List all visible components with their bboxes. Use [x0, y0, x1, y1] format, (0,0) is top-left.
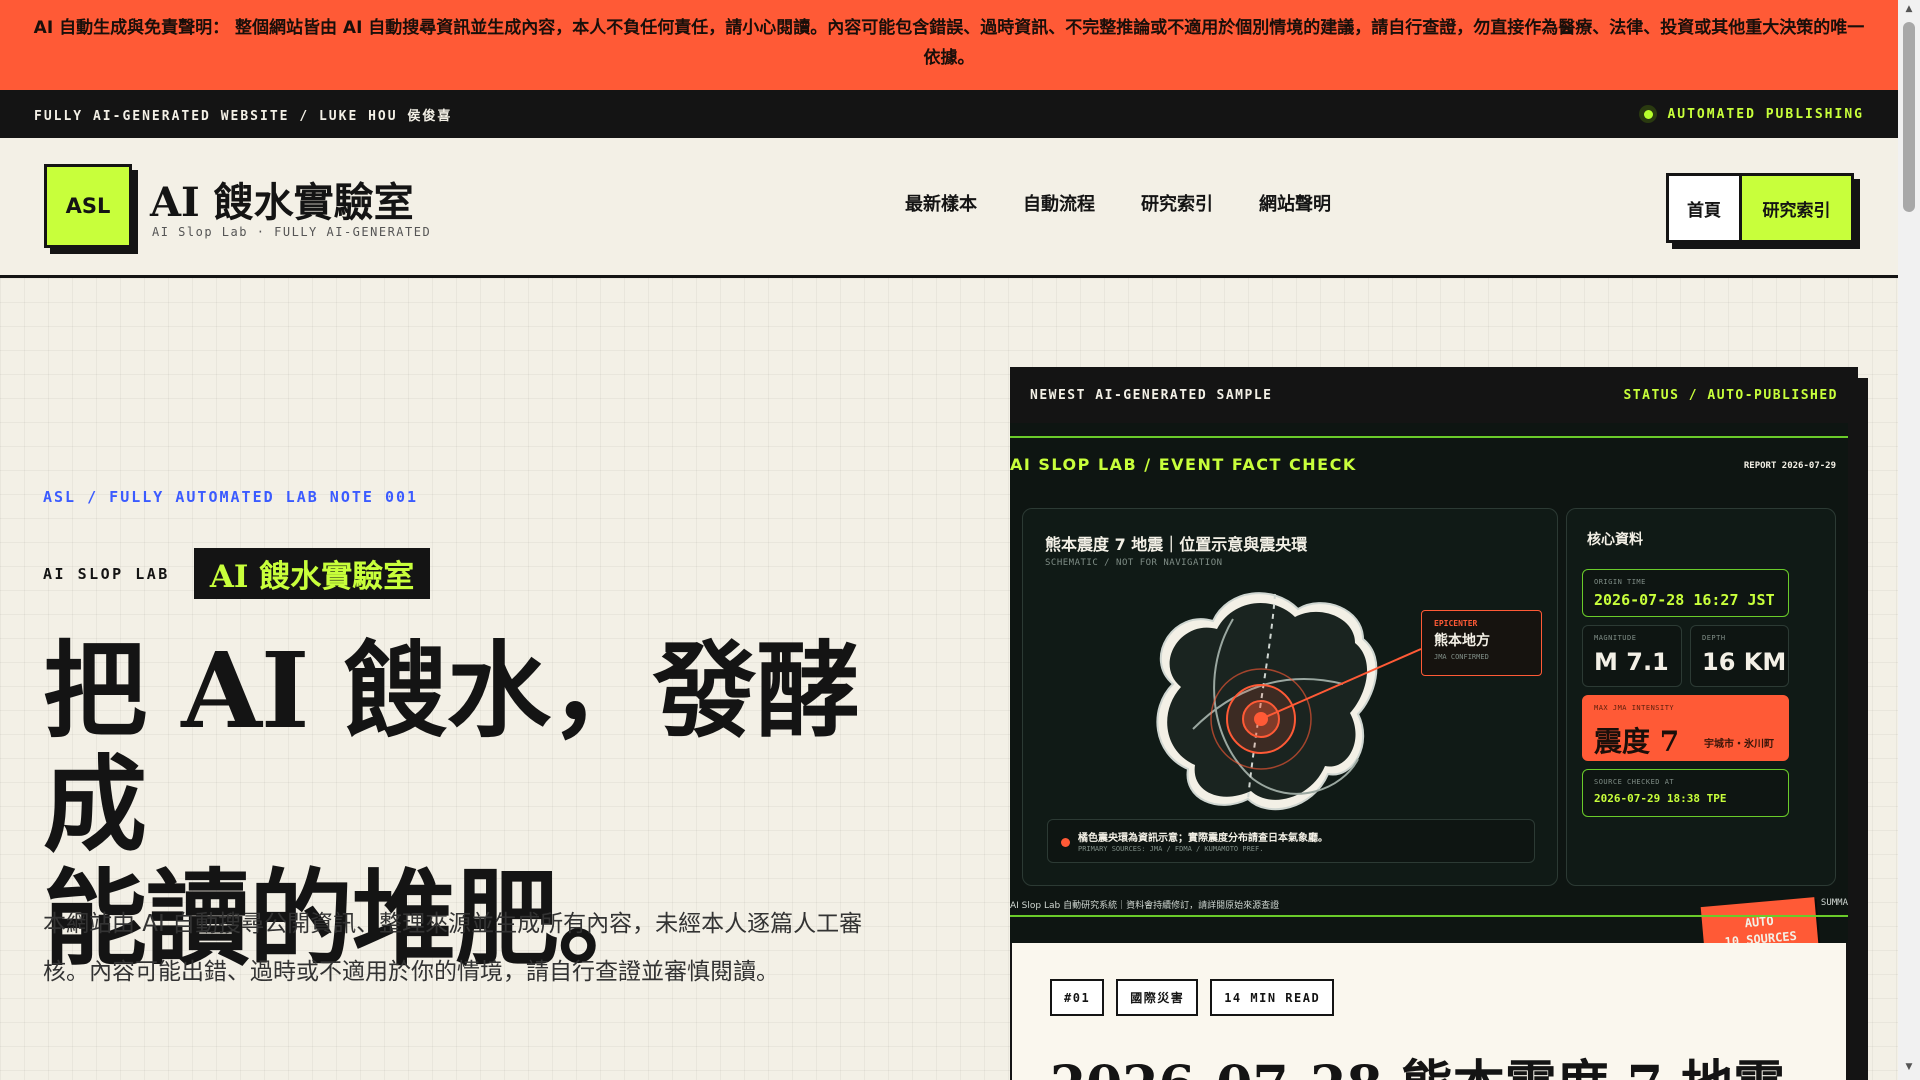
intensity-value: 震度 7 [1594, 725, 1680, 758]
scroll-down-icon[interactable]: ▼ [1903, 1062, 1915, 1074]
tag-read-time[interactable]: 14 MIN READ [1210, 979, 1335, 1016]
tag-number[interactable]: #01 [1050, 979, 1105, 1016]
hero-intro: 本網站由 AI 自動搜尋公開資訊、整理來源並生成所有內容，未經本人逐篇人工審核。… [43, 911, 863, 985]
card-header-label: NEWEST AI-GENERATED SAMPLE [1030, 387, 1273, 403]
nav-item-latest[interactable]: 最新樣本 [905, 190, 977, 216]
site-tagline: FULLY AI-GENERATED WEBSITE / LUKE HOU 侯俊… [34, 108, 453, 124]
map-panel: 熊本震度 7 地震｜位置示意與震央環 SCHEMATIC / NOT FOR N… [1022, 508, 1558, 886]
panel-bottom-line [1010, 915, 1848, 917]
map-title: 熊本震度 7 地震｜位置示意與震央環 [1045, 535, 1308, 554]
sample-card[interactable]: NEWEST AI-GENERATED SAMPLE STATUS / AUTO… [1010, 367, 1858, 1080]
legend-dot-icon [1061, 838, 1070, 847]
headline-line-1: 把 AI 餿水，發酵成 [43, 629, 860, 866]
intensity-location: 宇城市・氷川町 [1704, 739, 1774, 750]
intensity-label: MAX JMA INTENSITY [1594, 704, 1675, 712]
article-preview[interactable]: #01 國際災害 14 MIN READ 2026-07-28 熊本震度 7 地… [1012, 943, 1846, 1080]
legend-sources: PRIMARY SOURCES: JMA / FDMA / KUMAMOTO P… [1078, 845, 1264, 853]
panel-footer: AI Slop Lab 自動研究系統｜資料會持續修訂，請詳閱原始來源查證 [1010, 901, 1280, 911]
origin-time-cell: ORIGIN TIME 2026-07-28 16:27 JST [1582, 569, 1789, 617]
origin-time-label: ORIGIN TIME [1594, 578, 1646, 586]
intensity-cell: MAX JMA INTENSITY 震度 7 宇城市・氷川町 [1582, 695, 1789, 761]
scroll-up-icon[interactable]: ▲ [1903, 4, 1915, 16]
publishing-status: AUTOMATED PUBLISHING [1639, 105, 1864, 123]
brand-subtitle: AI Slop Lab · FULLY AI-GENERATED [152, 225, 432, 239]
disclaimer-banner: AI 自動生成與免責聲明： 整個網站皆由 AI 自動搜尋資訊並生成內容，本人不負… [0, 0, 1898, 90]
header-button-group: 首頁 研究索引 [1666, 173, 1854, 243]
panel-title: AI SLOP LAB / EVENT FACT CHECK [1010, 455, 1357, 474]
panel-footer-right: SUMMA [1820, 898, 1848, 908]
card-status: STATUS / AUTO-PUBLISHED [1623, 387, 1838, 403]
research-index-button[interactable]: 研究索引 [1742, 176, 1851, 240]
depth-value: 16 KM [1702, 648, 1787, 676]
lab-chip: AI 餿水實驗室 [193, 548, 431, 599]
lab-row: AI SLOP LAB AI 餿水實驗室 [43, 548, 431, 599]
nav-item-pipeline[interactable]: 自動流程 [1023, 190, 1095, 216]
live-dot-icon [1639, 105, 1658, 123]
hero-section: ASL / FULLY AUTOMATED LAB NOTE 001 AI SL… [0, 278, 1898, 1080]
card-header: NEWEST AI-GENERATED SAMPLE STATUS / AUTO… [1010, 367, 1858, 423]
brand-name[interactable]: AI 餿水實驗室 [150, 170, 414, 228]
magnitude-label: MAGNITUDE [1594, 634, 1637, 642]
nav-item-research-index[interactable]: 研究索引 [1141, 190, 1213, 216]
hero-kicker: ASL / FULLY AUTOMATED LAB NOTE 001 [43, 488, 419, 506]
scrollbar-thumb[interactable] [1903, 22, 1915, 212]
epicenter-note: JMA CONFIRMED [1434, 653, 1489, 661]
top-strip: FULLY AI-GENERATED WEBSITE / LUKE HOU 侯俊… [0, 90, 1898, 138]
fact-check-panel: AI SLOP LAB / EVENT FACT CHECK REPORT 20… [1010, 423, 1848, 965]
site-header: ASL AI 餿水實驗室 AI Slop Lab · FULLY AI-GENE… [0, 138, 1898, 278]
checked-label: SOURCE CHECKED AT [1594, 778, 1675, 786]
map-legend: 橘色震央環為資訊示意；實際震度分布請查日本氣象廳。 PRIMARY SOURCE… [1047, 819, 1535, 863]
checked-value: 2026-07-29 18:38 TPE [1594, 792, 1727, 805]
article-title[interactable]: 2026-07-28 熊本震度 7 地震 [1050, 1043, 1785, 1080]
epicenter-callout: EPICENTER 熊本地方 JMA CONFIRMED [1421, 610, 1542, 676]
magnitude-value: M 7.1 [1594, 648, 1669, 676]
panel-date: REPORT 2026-07-29 [1743, 461, 1836, 471]
main-nav: 最新樣本 自動流程 研究索引 網站聲明 [905, 190, 1331, 216]
article-tags: #01 國際災害 14 MIN READ [1050, 979, 1335, 1016]
core-data-panel: 核心資料 ORIGIN TIME 2026-07-28 16:27 JST MA… [1566, 508, 1836, 886]
epicenter-label: EPICENTER [1434, 619, 1478, 628]
nav-item-statement[interactable]: 網站聲明 [1259, 190, 1331, 216]
map-subtitle: SCHEMATIC / NOT FOR NAVIGATION [1045, 558, 1223, 568]
core-data-title: 核心資料 [1587, 532, 1643, 548]
panel-top-line [1010, 436, 1848, 438]
depth-cell: DEPTH 16 KM [1690, 625, 1789, 687]
lab-label: AI SLOP LAB [43, 564, 170, 583]
logo-text: ASL [65, 194, 111, 218]
magnitude-cell: MAGNITUDE M 7.1 [1582, 625, 1682, 687]
site-logo[interactable]: ASL [44, 164, 132, 248]
origin-time-value: 2026-07-28 16:27 JST [1594, 591, 1775, 609]
home-button[interactable]: 首頁 [1669, 176, 1742, 240]
depth-label: DEPTH [1702, 634, 1726, 642]
legend-text: 橘色震央環為資訊示意；實際震度分布請查日本氣象廳。 [1078, 833, 1328, 844]
tag-category[interactable]: 國際災害 [1116, 979, 1199, 1016]
disclaimer-text: AI 自動生成與免責聲明： 整個網站皆由 AI 自動搜尋資訊並生成內容，本人不負… [33, 18, 1865, 68]
epicenter-name: 熊本地方 [1434, 633, 1490, 649]
publishing-status-label: AUTOMATED PUBLISHING [1667, 106, 1864, 122]
checked-cell: SOURCE CHECKED AT 2026-07-29 18:38 TPE [1582, 769, 1789, 817]
